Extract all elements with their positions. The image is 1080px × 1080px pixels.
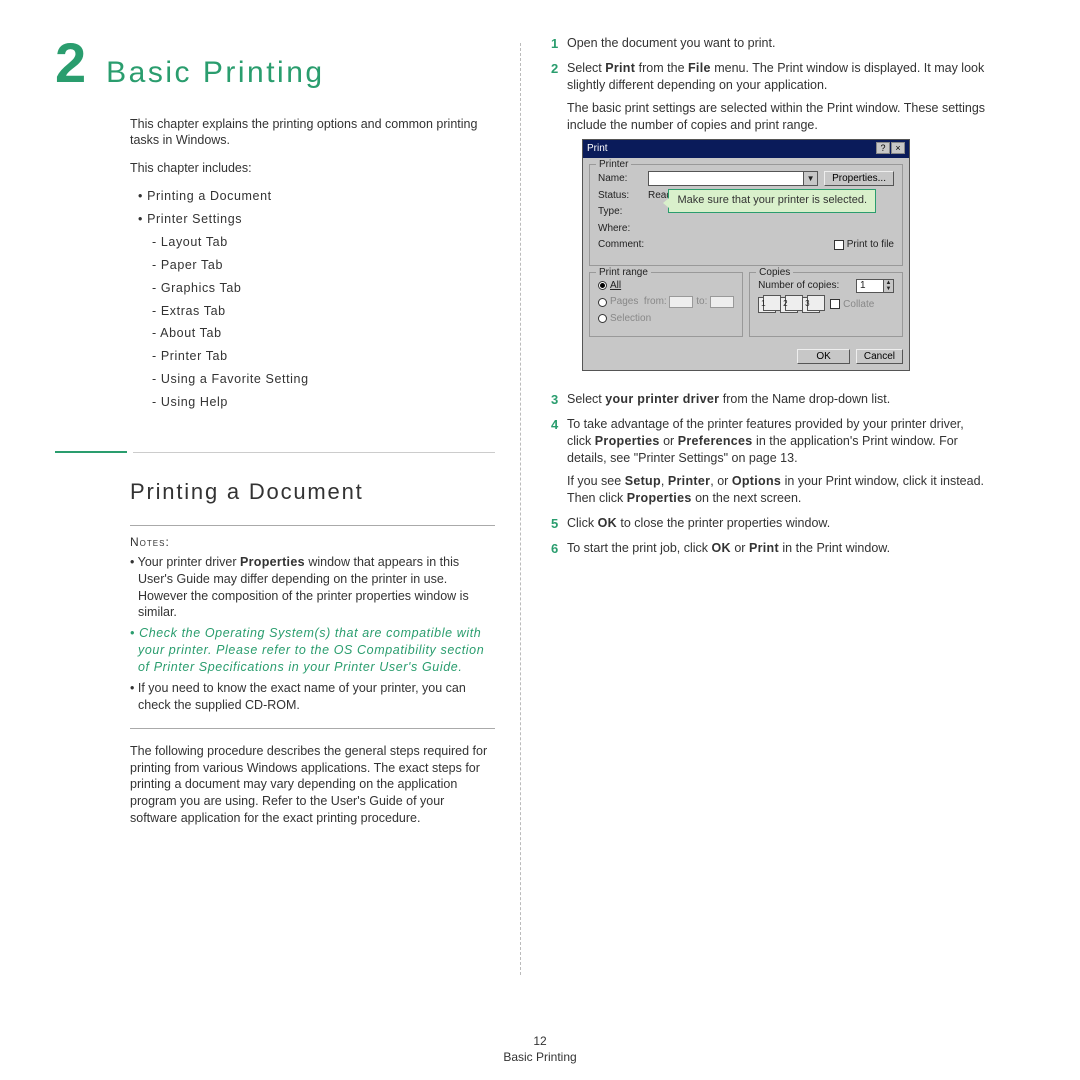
chapter-number: 2 <box>55 35 86 91</box>
dialog-titlebar: Print ?× <box>583 140 909 158</box>
print-range-label: Print range <box>596 266 651 280</box>
range-selection-radio[interactable] <box>598 314 607 323</box>
toc-subitem: Graphics Tab <box>144 280 495 297</box>
properties-button[interactable]: Properties... <box>824 171 894 186</box>
page-footer: 12 Basic Printing <box>0 1034 1080 1064</box>
note-item: If you need to know the exact name of yo… <box>130 680 495 714</box>
collate-checkbox[interactable] <box>830 299 840 309</box>
toc-subitem: Paper Tab <box>144 257 495 274</box>
copies-input[interactable]: 1 <box>856 279 884 293</box>
ok-button[interactable]: OK <box>797 349 849 364</box>
step: 4 To take advantage of the printer featu… <box>551 416 986 512</box>
toc-subitem: Using a Favorite Setting <box>144 371 495 388</box>
notes-label: Notes: <box>130 534 495 550</box>
close-icon[interactable]: × <box>891 142 905 154</box>
toc-list: Printing a Document Printer Settings Lay… <box>130 188 495 411</box>
print-to-file-checkbox[interactable] <box>834 240 844 250</box>
dialog-title: Print <box>587 142 608 156</box>
toc-subitem: Extras Tab <box>144 303 495 320</box>
left-column: 2 Basic Printing This chapter explains t… <box>55 35 515 975</box>
printer-name-dropdown[interactable]: ▼ <box>648 171 818 186</box>
section-rule <box>55 451 495 453</box>
toc-subitem: Layout Tab <box>144 234 495 251</box>
chevron-down-icon[interactable]: ▼ <box>803 172 817 185</box>
copies-group-label: Copies <box>756 266 793 280</box>
closing-para: The following procedure describes the ge… <box>130 743 495 827</box>
right-column: 1 Open the document you want to print. 2… <box>526 35 986 975</box>
chapter-intro: This chapter explains the printing optio… <box>130 116 495 150</box>
toc-item: Printer Settings <box>130 211 495 228</box>
chapter-heading: 2 Basic Printing <box>55 35 495 94</box>
from-input[interactable] <box>669 296 693 308</box>
toc-subitem: Using Help <box>144 394 495 411</box>
notes-box: Notes: Your printer driver Properties wi… <box>130 525 495 729</box>
column-divider <box>520 43 521 975</box>
section-title: Printing a Document <box>130 477 495 507</box>
cancel-button[interactable]: Cancel <box>856 349 903 364</box>
note-item-emphasis: Check the Operating System(s) that are c… <box>130 625 495 676</box>
note-item: Your printer driver Properties window th… <box>130 554 495 622</box>
range-all-radio[interactable] <box>598 281 607 290</box>
printer-group-label: Printer <box>596 158 631 172</box>
toc-item: Printing a Document <box>130 188 495 205</box>
running-title: Basic Printing <box>0 1050 1080 1064</box>
toc-subitem: About Tab <box>144 325 495 342</box>
print-dialog: Print ?× Printer Name: ▼ <box>582 139 910 371</box>
step: 3 Select your printer driver from the Na… <box>551 391 986 414</box>
help-icon[interactable]: ? <box>876 142 890 154</box>
steps-list: 1 Open the document you want to print. 2… <box>551 35 986 562</box>
step: 1 Open the document you want to print. <box>551 35 986 58</box>
spinner-buttons[interactable]: ▲▼ <box>884 279 894 293</box>
chapter-title: Basic Printing <box>106 53 324 94</box>
step: 6 To start the print job, click OK or Pr… <box>551 540 986 563</box>
step: 2 Select Print from the File menu. The P… <box>551 60 986 390</box>
range-pages-radio[interactable] <box>598 298 607 307</box>
step: 5 Click OK to close the printer properti… <box>551 515 986 538</box>
includes-label: This chapter includes: <box>130 160 495 177</box>
page-number: 12 <box>0 1034 1080 1048</box>
callout-tip: Make sure that your printer is selected. <box>668 189 876 213</box>
to-input[interactable] <box>710 296 734 308</box>
toc-subitem: Printer Tab <box>144 348 495 365</box>
